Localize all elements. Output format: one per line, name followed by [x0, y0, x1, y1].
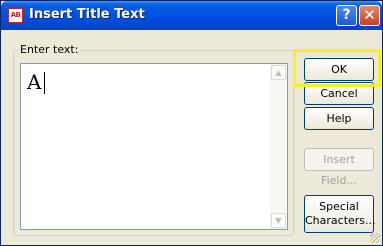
- special-characters-line1: Special: [319, 200, 359, 213]
- help-button[interactable]: Help: [304, 107, 374, 130]
- scroll-down-icon[interactable]: ▼: [271, 213, 286, 228]
- special-characters-line2: Characters...: [305, 214, 376, 227]
- text-value: A: [27, 70, 42, 94]
- text-caret: [44, 72, 45, 94]
- enter-text-field[interactable]: A ▲ ▼: [20, 63, 288, 230]
- ok-highlight-box: [293, 49, 381, 87]
- scroll-up-icon[interactable]: ▲: [271, 65, 286, 80]
- resize-grip[interactable]: [370, 233, 380, 243]
- special-characters-button[interactable]: Special Characters...: [304, 195, 376, 233]
- insert-field-button[interactable]: Insert Field...: [304, 148, 374, 187]
- enter-text-label: Enter text:: [18, 43, 81, 56]
- close-icon[interactable]: ✕: [359, 5, 380, 26]
- app-icon: AB: [8, 8, 23, 23]
- dialog-title: Insert Title Text: [29, 7, 145, 22]
- insert-title-text-dialog: AB Insert Title Text ? ✕ Enter text: A ▲…: [0, 0, 383, 246]
- help-icon[interactable]: ?: [336, 5, 357, 26]
- vertical-scrollbar[interactable]: ▲ ▼: [270, 64, 287, 229]
- title-bar[interactable]: AB Insert Title Text ? ✕: [1, 1, 382, 30]
